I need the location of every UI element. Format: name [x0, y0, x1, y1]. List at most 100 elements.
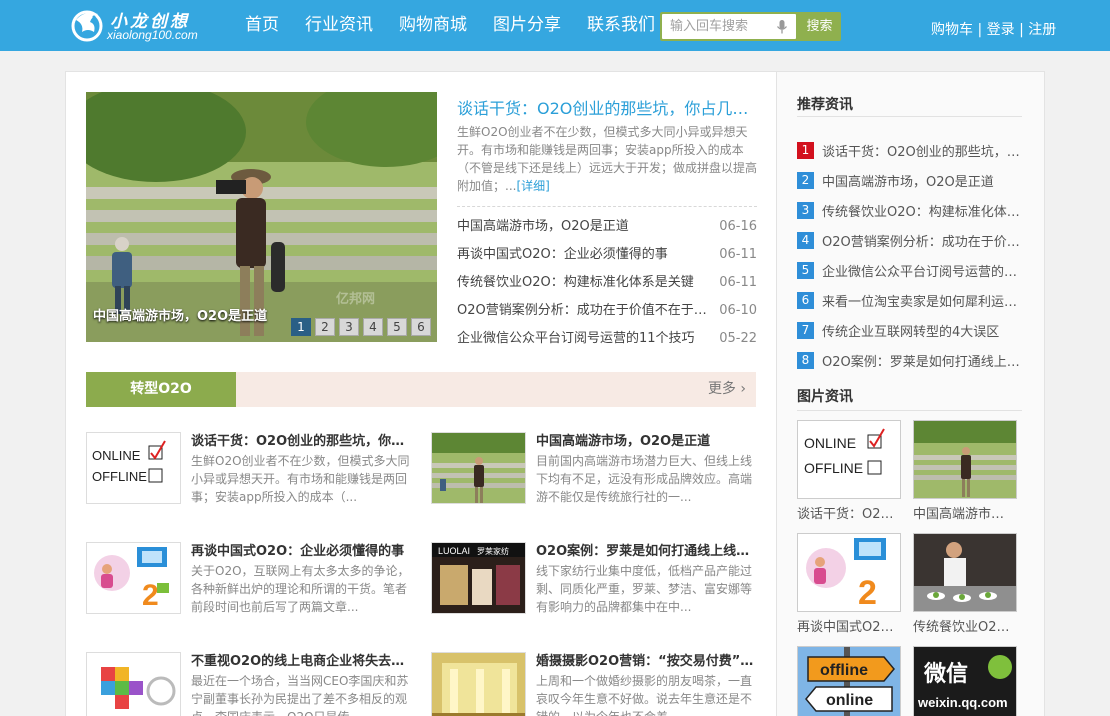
- slider-page-2[interactable]: 2: [315, 318, 335, 336]
- slider-page-5[interactable]: 5: [387, 318, 407, 336]
- picture-card[interactable]: offline online: [797, 646, 901, 716]
- news-title[interactable]: 企业微信公众平台订阅号运营的11个技巧: [457, 325, 707, 353]
- login-link[interactable]: 登录: [987, 22, 1015, 38]
- nav-item-industry-news[interactable]: 行业资讯: [292, 0, 386, 51]
- news-date: 06-11: [719, 275, 757, 290]
- picture-caption[interactable]: 中国高端游市场，O2O是正道: [913, 503, 1013, 522]
- rank-badge: 4: [797, 231, 814, 249]
- rank-badge: 1: [797, 141, 814, 159]
- article-thumbnail[interactable]: [86, 652, 181, 716]
- recommend-item[interactable]: 3 传统餐饮业O2O：构建标准化体系是关键: [797, 195, 1022, 225]
- picture-card[interactable]: ONLINE OFFLINE 谈话干货：O2O创业的那些坑: [797, 420, 901, 522]
- news-row[interactable]: 传统餐饮业O2O：构建标准化体系是关键 06-11: [457, 269, 757, 297]
- news-row[interactable]: 再谈中国式O2O：企业必须懂得的事 06-11: [457, 241, 757, 269]
- article-title[interactable]: 婚摄摄影O2O营销：“按交易付费”模式: [536, 650, 756, 669]
- search-button[interactable]: 搜索: [798, 12, 841, 41]
- picture-card[interactable]: 2 再谈中国式O2O：企业必须懂得的事: [797, 533, 901, 635]
- recommend-item-title[interactable]: 来看一位淘宝卖家是如何犀利运营O2O的: [822, 291, 1022, 310]
- rank-badge: 5: [797, 261, 814, 279]
- news-row[interactable]: 企业微信公众平台订阅号运营的11个技巧 05-22: [457, 325, 757, 353]
- slider-page-4[interactable]: 4: [363, 318, 383, 336]
- cart-link[interactable]: 购物车: [931, 22, 973, 38]
- article-summary: 最近在一个场合，当当网CEO李国庆和苏宁副董事长孙为民提出了差不多相反的观点，李…: [191, 674, 409, 716]
- recommend-item-title[interactable]: O2O营销案例分析：成功在于价值不在于形式: [822, 231, 1022, 250]
- slider-page-1[interactable]: 1: [291, 318, 311, 336]
- article-thumbnail[interactable]: [431, 432, 526, 504]
- thumb-text: LUOLAI: [438, 546, 470, 556]
- picture-card[interactable]: 微信 weixin.qq.com: [913, 646, 1017, 716]
- recommend-list: 1 谈话干货：O2O创业的那些坑，你占几个？ 2中国高端游市场，O2O是正道 3传…: [797, 135, 1022, 375]
- nav-item-photos[interactable]: 图片分享: [480, 0, 574, 51]
- article-thumbnail[interactable]: ONLINE OFFLINE: [86, 432, 181, 504]
- recommend-item[interactable]: 2 中国高端游市场，O2O是正道: [797, 165, 1022, 195]
- news-row[interactable]: 中国高端游市场，O2O是正道 06-16: [457, 213, 757, 241]
- thumb-text: ONLINE: [92, 448, 141, 463]
- feature-title[interactable]: 谈话干货：O2O创业的那些坑，你占几个？: [457, 95, 757, 119]
- thumb-text: 微信: [923, 661, 968, 687]
- news-date: 06-11: [719, 247, 757, 262]
- recommend-item[interactable]: 4 O2O营销案例分析：成功在于价值不在于形式: [797, 225, 1022, 255]
- article-card[interactable]: 中国高端游市场，O2O是正道 目前国内高端游市场潜力巨大、但线上线下均有不足，远…: [431, 432, 761, 522]
- recommend-item-title[interactable]: 传统企业互联网转型的4大误区: [822, 321, 999, 340]
- news-title[interactable]: O2O营销案例分析：成功在于价值不在于形式: [457, 297, 707, 325]
- article-title[interactable]: 谈话干货：O2O创业的那些坑，你占几个？: [191, 430, 411, 449]
- picture-caption[interactable]: 谈话干货：O2O创业的那些坑: [797, 503, 897, 522]
- recommend-item[interactable]: 7 传统企业互联网转型的4大误区: [797, 315, 1022, 345]
- picture-thumbnail[interactable]: 2: [797, 533, 901, 612]
- section-tab-o2o[interactable]: 转型O2O: [86, 372, 236, 407]
- main-content: 亿邦网 中国高端游市场，O2O是正道 1 2 3 4 5 6 谈话干货：O2O创…: [65, 71, 776, 716]
- microphone-icon[interactable]: [776, 19, 788, 35]
- news-title[interactable]: 再谈中国式O2O：企业必须懂得的事: [457, 241, 707, 269]
- article-card[interactable]: ONLINE OFFLINE 谈话干货：O2O创业的那些坑，你占几个？ 生鲜O2…: [86, 432, 416, 522]
- dragon-logo-icon: [71, 10, 103, 42]
- picture-thumbnail[interactable]: ONLINE OFFLINE: [797, 420, 901, 499]
- news-row[interactable]: O2O营销案例分析：成功在于价值不在于形式 06-10: [457, 297, 757, 325]
- article-thumbnail[interactable]: [431, 652, 526, 716]
- register-link[interactable]: 注册: [1028, 22, 1056, 38]
- feature-detail-link[interactable]: [详细]: [516, 179, 549, 193]
- article-title[interactable]: 再谈中国式O2O：企业必须懂得的事: [191, 540, 411, 559]
- recommend-item-title[interactable]: 中国高端游市场，O2O是正道: [822, 171, 994, 190]
- picture-thumbnail[interactable]: 微信 weixin.qq.com: [913, 646, 1017, 716]
- article-title[interactable]: 中国高端游市场，O2O是正道: [536, 430, 756, 449]
- picture-card[interactable]: 传统餐饮业O2O：构建标准化体系: [913, 533, 1017, 635]
- search-input[interactable]: [662, 14, 772, 39]
- picture-thumbnail[interactable]: offline online: [797, 646, 901, 716]
- picture-caption[interactable]: 传统餐饮业O2O：构建标准化体系: [913, 616, 1013, 635]
- news-title[interactable]: 中国高端游市场，O2O是正道: [457, 213, 707, 241]
- slider-page-6[interactable]: 6: [411, 318, 431, 336]
- rank-badge: 6: [797, 291, 814, 309]
- article-thumbnail[interactable]: LUOLAI 罗莱家纺: [431, 542, 526, 614]
- kitchen-chef-image: [914, 534, 1016, 611]
- recommend-item-title[interactable]: 谈话干货：O2O创业的那些坑，你占几个？: [822, 141, 1022, 160]
- news-title[interactable]: 传统餐饮业O2O：构建标准化体系是关键: [457, 269, 707, 297]
- recommend-item[interactable]: 6 来看一位淘宝卖家是如何犀利运营O2O的: [797, 285, 1022, 315]
- nav-item-home[interactable]: 首页: [232, 0, 292, 51]
- recommend-item-title[interactable]: 企业微信公众平台订阅号运营的11个技巧: [822, 261, 1022, 280]
- nav-item-shop[interactable]: 购物商城: [386, 0, 480, 51]
- article-title[interactable]: 不重视O2O的线上电商企业将失去未来: [191, 650, 411, 669]
- picture-card[interactable]: 中国高端游市场，O2O是正道: [913, 420, 1017, 522]
- slide-caption[interactable]: 中国高端游市场，O2O是正道: [93, 305, 267, 324]
- article-summary: 生鲜O2O创业者不在少数，但模式多大同小异或异想天开。有市场和能赚钱是两回事；安…: [191, 454, 410, 504]
- recommend-item[interactable]: 8 O2O案例：罗莱是如何打通线上线下的: [797, 345, 1022, 375]
- slider-page-3[interactable]: 3: [339, 318, 359, 336]
- recommend-item-title[interactable]: O2O案例：罗莱是如何打通线上线下的: [822, 351, 1022, 370]
- picture-caption[interactable]: 再谈中国式O2O：企业必须懂得的事: [797, 616, 897, 635]
- article-card[interactable]: LUOLAI 罗莱家纺 O2O案例：罗莱是如何打通线上线下的 线下家纺行业集中度…: [431, 542, 761, 632]
- image-slider[interactable]: 亿邦网 中国高端游市场，O2O是正道 1 2 3 4 5 6: [86, 92, 437, 342]
- article-thumbnail[interactable]: 2: [86, 542, 181, 614]
- picture-thumbnail[interactable]: [913, 420, 1017, 499]
- article-card[interactable]: 婚摄摄影O2O营销：“按交易付费”模式 上周和一个做婚纱摄影的朋友喝茶，一直哀叹…: [431, 652, 761, 716]
- picture-thumbnail[interactable]: [913, 533, 1017, 612]
- site-logo[interactable]: 小龙创想 xiaolong100.com: [70, 6, 220, 46]
- user-links: 购物车 | 登录 | 注册: [931, 0, 1056, 60]
- recommend-item[interactable]: 1 谈话干货：O2O创业的那些坑，你占几个？: [797, 135, 1022, 165]
- article-card[interactable]: 2 再谈中国式O2O：企业必须懂得的事 关于O2O，互联网上有太多太多的争论，各…: [86, 542, 416, 632]
- section-more-link[interactable]: 更多 ›: [708, 372, 746, 407]
- nav-item-contact[interactable]: 联系我们: [574, 0, 668, 51]
- recommend-item-title[interactable]: 传统餐饮业O2O：构建标准化体系是关键: [822, 201, 1022, 220]
- recommend-item[interactable]: 5 企业微信公众平台订阅号运营的11个技巧: [797, 255, 1022, 285]
- article-card[interactable]: 不重视O2O的线上电商企业将失去未来 最近在一个场合，当当网CEO李国庆和苏宁副…: [86, 652, 416, 716]
- article-title[interactable]: O2O案例：罗莱是如何打通线上线下的: [536, 540, 756, 559]
